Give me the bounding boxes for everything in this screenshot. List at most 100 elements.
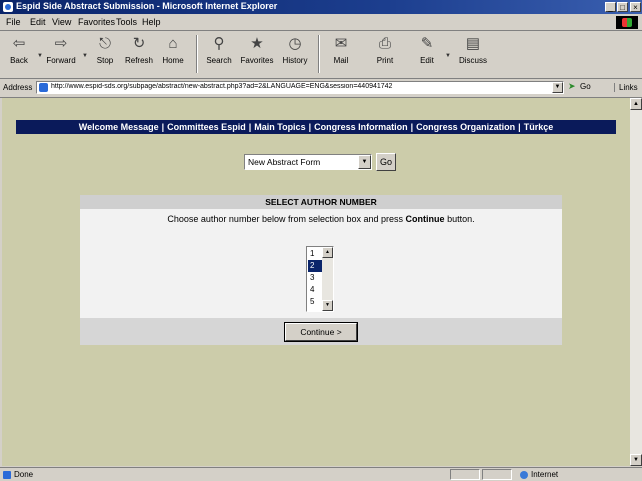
discuss-button[interactable]: ▤ Discuss [456, 33, 490, 75]
status-pane [482, 469, 512, 480]
scroll-down-icon[interactable]: ▼ [322, 300, 333, 311]
continue-button[interactable]: Continue > [284, 322, 358, 342]
author-option-4[interactable]: 4 [308, 284, 322, 296]
listbox-scrollbar[interactable]: ▲ ▼ [322, 247, 333, 311]
toolbar-separator [196, 35, 198, 73]
stop-button[interactable]: ⎋ Stop [88, 33, 122, 75]
address-input[interactable]: http://www.espid-sds.org/subpage/abstrac… [36, 81, 564, 94]
menu-bar: File Edit View Favorites Tools Help [0, 15, 642, 31]
history-icon: ◷ [288, 35, 302, 52]
discuss-icon: ▤ [465, 35, 481, 52]
refresh-icon: ↻ [132, 35, 146, 52]
internet-zone-icon [520, 471, 528, 479]
author-option-3[interactable]: 3 [308, 272, 322, 284]
form-type-select[interactable]: New Abstract Form ▼ [244, 154, 372, 170]
history-button[interactable]: ◷ History [278, 33, 312, 75]
toolbar: ⇦ Back ▼ ⇨ Forward ▼ ⎋ Stop ↻ Refresh ⌂ … [0, 31, 642, 79]
instruction-text: Choose author number below from selectio… [167, 214, 404, 224]
search-icon: ⚲ [213, 35, 225, 52]
mail-icon: ✉ [334, 35, 348, 52]
edit-icon: ✎ [420, 35, 434, 52]
nav-congress-information[interactable]: Congress Information [314, 122, 408, 132]
menu-edit[interactable]: Edit [30, 17, 46, 27]
favorites-label: Favorites [240, 56, 274, 65]
nav-main-topics[interactable]: Main Topics [254, 122, 305, 132]
back-button[interactable]: ⇦ Back [2, 33, 36, 75]
menu-help[interactable]: Help [142, 17, 161, 27]
menu-view[interactable]: View [52, 17, 71, 27]
browser-window: Espid Side Abstract Submission - Microso… [0, 0, 642, 481]
form-type-value: New Abstract Form [248, 157, 321, 167]
go-arrow-icon[interactable]: ➤ [568, 82, 577, 91]
menu-tools[interactable]: Tools [116, 17, 137, 27]
home-label: Home [162, 56, 184, 65]
forward-arrow-icon: ⇨ [54, 35, 68, 52]
edit-dropdown-icon[interactable]: ▼ [445, 53, 451, 59]
menu-file[interactable]: File [6, 17, 21, 27]
ie-logo-icon [3, 2, 13, 12]
discuss-label: Discuss [458, 56, 487, 65]
author-option-5[interactable]: 5 [308, 296, 322, 308]
nav-congress-organization[interactable]: Congress Organization [416, 122, 515, 132]
nav-turkce[interactable]: Türkçe [524, 122, 554, 132]
page-icon [39, 83, 48, 92]
page-viewport: Welcome Message | Committees Espid | Main To… [2, 98, 630, 466]
window-title: Espid Side Abstract Submission - Microso… [16, 1, 278, 11]
print-button[interactable]: ⎙ Print [368, 33, 402, 75]
links-button[interactable]: Links [614, 83, 638, 92]
mail-button[interactable]: ✉ Mail [324, 33, 358, 75]
scroll-down-icon[interactable]: ▼ [630, 454, 642, 466]
status-pane [450, 469, 480, 480]
minimize-button[interactable]: _ [605, 2, 616, 12]
stop-label: Stop [96, 56, 114, 65]
author-option-1[interactable]: 1 [308, 248, 322, 260]
print-icon: ⎙ [378, 35, 391, 52]
address-url: http://www.espid-sds.org/subpage/abstrac… [51, 83, 393, 90]
forward-button[interactable]: ⇨ Forward [44, 33, 78, 75]
edit-button[interactable]: ✎ Edit [410, 33, 444, 75]
author-option-2[interactable]: 2 [308, 260, 322, 272]
refresh-button[interactable]: ↻ Refresh [122, 33, 156, 75]
back-dropdown-icon[interactable]: ▼ [37, 53, 43, 59]
instruction-tail: button. [447, 214, 475, 224]
panel-title: SELECT AUTHOR NUMBER [80, 195, 562, 209]
history-label: History [282, 56, 308, 65]
print-label: Print [376, 56, 394, 65]
author-number-listbox[interactable]: 1 2 3 4 5 ▲ ▼ [306, 246, 334, 312]
address-dropdown-icon[interactable]: ▼ [552, 82, 563, 93]
toolbar-separator [318, 35, 320, 73]
back-arrow-icon: ⇦ [12, 35, 26, 52]
close-button[interactable]: × [630, 2, 641, 12]
refresh-label: Refresh [124, 56, 153, 65]
home-icon: ⌂ [168, 35, 178, 52]
form-go-button[interactable]: Go [376, 153, 396, 171]
home-button[interactable]: ⌂ Home [156, 33, 190, 75]
menu-favorites[interactable]: Favorites [78, 17, 115, 27]
address-go-button[interactable]: Go [580, 82, 591, 91]
page-done-icon [3, 471, 11, 479]
address-bar: Address http://www.espid-sds.org/subpage… [0, 79, 642, 98]
chevron-down-icon[interactable]: ▼ [358, 155, 371, 169]
instruction-bold: Continue [405, 214, 445, 224]
scroll-up-icon[interactable]: ▲ [630, 98, 642, 110]
search-button[interactable]: ⚲ Search [202, 33, 236, 75]
windows-flag-icon [616, 16, 638, 29]
security-zone-label: Internet [531, 470, 559, 479]
panel-instruction: Choose author number below from selectio… [80, 214, 562, 224]
favorites-button[interactable]: ★ Favorites [240, 33, 274, 75]
nav-welcome[interactable]: Welcome Message [79, 122, 159, 132]
maximize-button[interactable]: □ [617, 2, 628, 12]
page-scrollbar[interactable]: ▲ ▼ [630, 98, 642, 466]
site-nav-bar: Welcome Message | Committees Espid | Main To… [16, 120, 616, 134]
status-bar: Done Internet [0, 467, 642, 481]
scroll-up-icon[interactable]: ▲ [322, 247, 333, 258]
address-label: Address [3, 83, 33, 92]
mail-label: Mail [333, 56, 349, 65]
nav-committees[interactable]: Committees Espid [167, 122, 246, 132]
edit-label: Edit [420, 56, 434, 65]
favorites-icon: ★ [250, 35, 264, 52]
forward-label: Forward [46, 56, 76, 65]
back-label: Back [10, 56, 28, 65]
panel-footer: Continue > [80, 318, 562, 345]
title-bar: Espid Side Abstract Submission - Microso… [0, 0, 642, 14]
